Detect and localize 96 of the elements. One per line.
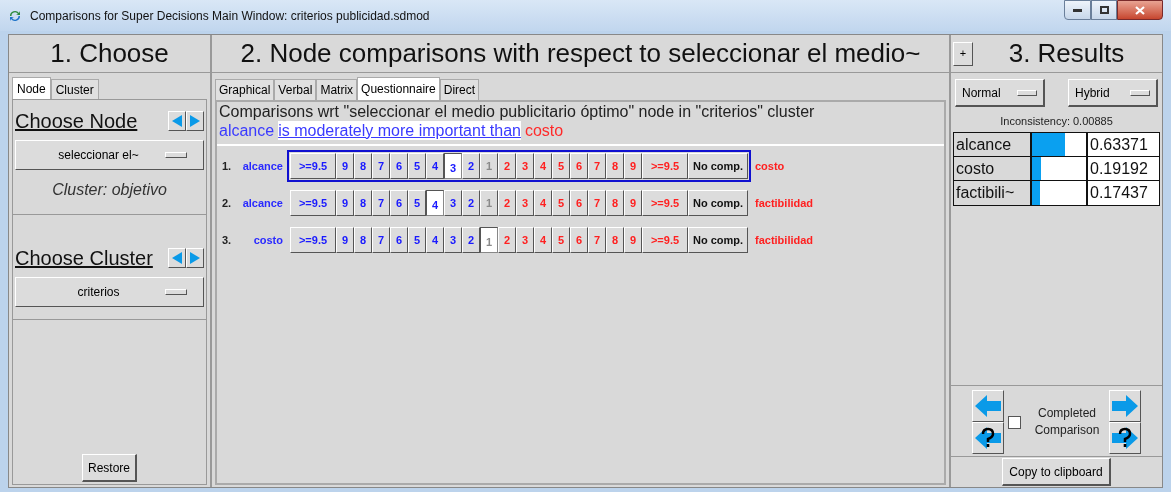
dropdown-indicator-icon	[165, 289, 187, 295]
tab[interactable]: Cluster	[50, 79, 99, 99]
cluster-label: Cluster: objetivo	[51, 180, 168, 200]
inconsistency-label: Inconsistency: 0.00885	[999, 114, 1114, 129]
left-node-name: alcance	[219, 121, 275, 140]
scale-button[interactable]: >=9.5	[290, 190, 336, 216]
left-arrow-icon	[973, 393, 1003, 419]
scale-button[interactable]: 6	[390, 153, 408, 179]
previous-button[interactable]	[168, 111, 186, 131]
tab[interactable]: Direct	[439, 79, 480, 100]
left-node-name: costo	[252, 232, 284, 248]
right-node-name: factibilidad	[754, 232, 814, 248]
right-node-name: costo	[754, 158, 785, 174]
next-button[interactable]	[186, 111, 204, 131]
priority-value: 0.19192	[1088, 156, 1159, 180]
scale-button[interactable]: No comp.	[688, 153, 748, 179]
dropdown-indicator-icon	[1130, 89, 1150, 96]
scale-button[interactable]: 4	[426, 153, 444, 179]
scale-button[interactable]: >=9.5	[290, 153, 336, 179]
tab[interactable]: Questionnaire	[357, 77, 440, 100]
dropdown[interactable]: criterios	[15, 277, 204, 307]
scale-button[interactable]: 8	[354, 190, 372, 216]
scale-button[interactable]: 3	[444, 153, 462, 179]
left-arrow-question-icon	[973, 425, 1003, 451]
section-heading: 2. Node comparisons with respect to seleccionar el medio~	[212, 35, 949, 73]
row-number: 3.	[221, 232, 233, 248]
scale-button[interactable]: 8	[354, 227, 372, 253]
scale-button[interactable]: >=9.5	[290, 227, 336, 253]
scale-button[interactable]: 5	[408, 153, 426, 179]
scale-button[interactable]: 7	[372, 227, 390, 253]
dropdown-indicator-icon	[165, 152, 187, 158]
scale-button[interactable]: 4	[426, 190, 444, 216]
scale-button[interactable]: 9	[336, 190, 354, 216]
comparison-description: Comparisons wrt "seleccionar el medio publicitario óptimo" node in "criterios" cluster	[219, 102, 816, 121]
section-heading: Choose Cluster	[15, 246, 153, 271]
scale-button[interactable]: 4	[426, 227, 444, 253]
section-heading: 1. Choose	[9, 35, 210, 73]
scale-button[interactable]: No comp.	[688, 227, 748, 253]
right-arrow-question-icon	[1110, 425, 1140, 451]
tab[interactable]: Verbal	[274, 79, 317, 100]
restore-button[interactable]: Restore	[82, 454, 137, 482]
dropdown-indicator-icon	[1017, 89, 1037, 96]
scale-button[interactable]: 2	[462, 153, 480, 179]
right-node-name: factibilidad	[754, 195, 814, 211]
minimize-button[interactable]	[1064, 0, 1091, 20]
dropdown[interactable]: seleccionar el~	[15, 140, 204, 170]
scale-button[interactable]: 3	[444, 227, 462, 253]
completed-checkbox[interactable]	[1008, 415, 1021, 429]
refresh-icon	[8, 8, 22, 23]
copy-button[interactable]: Copy to clipboard	[1002, 458, 1111, 486]
completed-label: Completed Comparison	[1033, 405, 1101, 439]
next-unfinished-button[interactable]	[1109, 422, 1141, 454]
section-heading: 3. Results	[1007, 37, 1126, 70]
right-arrow-icon	[189, 115, 201, 127]
scale-button[interactable]: No comp.	[688, 190, 748, 216]
previous-button[interactable]	[972, 390, 1004, 422]
right-arrow-icon	[1110, 393, 1140, 419]
previous-unfinished-button[interactable]	[972, 422, 1004, 454]
left-arrow-icon	[171, 115, 183, 127]
expand-button[interactable]: +	[953, 41, 973, 66]
maximize-button[interactable]	[1091, 0, 1117, 20]
priority-value: 0.17437	[1088, 180, 1159, 205]
tab[interactable]: Node	[12, 77, 51, 99]
right-node-name: costo	[524, 121, 564, 140]
right-arrow-icon	[189, 252, 201, 264]
verbal-judgment: is moderately more important than	[278, 121, 521, 140]
left-node-name: alcance	[241, 158, 284, 174]
scale-button[interactable]: 9	[336, 227, 354, 253]
previous-button[interactable]	[168, 248, 186, 268]
close-icon	[1135, 5, 1145, 15]
scale-button[interactable]: 5	[408, 190, 426, 216]
scale-button[interactable]: 3	[444, 190, 462, 216]
scale-button[interactable]: 5	[408, 227, 426, 253]
close-button[interactable]	[1117, 0, 1163, 20]
tab[interactable]: Graphical	[215, 79, 275, 100]
scale-button[interactable]: 6	[390, 227, 408, 253]
window-title: Comparisons for Super Decisions Main Window: criterios publicidad.sdmod	[30, 7, 430, 25]
next-button[interactable]	[186, 248, 204, 268]
tab[interactable]: Matrix	[316, 79, 358, 100]
scale-button[interactable]: 9	[336, 153, 354, 179]
scale-button[interactable]: 7	[372, 190, 390, 216]
priority-value: 0.63371	[1088, 132, 1159, 156]
scale-button[interactable]: 2	[462, 227, 480, 253]
dropdown[interactable]: Normal	[955, 79, 1045, 107]
scale-button[interactable]: 7	[372, 153, 390, 179]
scale-button[interactable]: 6	[390, 190, 408, 216]
scale-button[interactable]: 2	[462, 190, 480, 216]
dropdown[interactable]: Hybrid	[1068, 79, 1158, 107]
scale-button[interactable]: 8	[354, 153, 372, 179]
left-node-name: alcance	[241, 195, 284, 211]
scale-button[interactable]: 1	[480, 227, 498, 253]
next-button[interactable]	[1109, 390, 1141, 422]
left-arrow-icon	[171, 252, 183, 264]
section-heading: Choose Node	[15, 109, 138, 134]
row-number: 2.	[221, 195, 233, 211]
row-number: 1.	[221, 158, 233, 174]
